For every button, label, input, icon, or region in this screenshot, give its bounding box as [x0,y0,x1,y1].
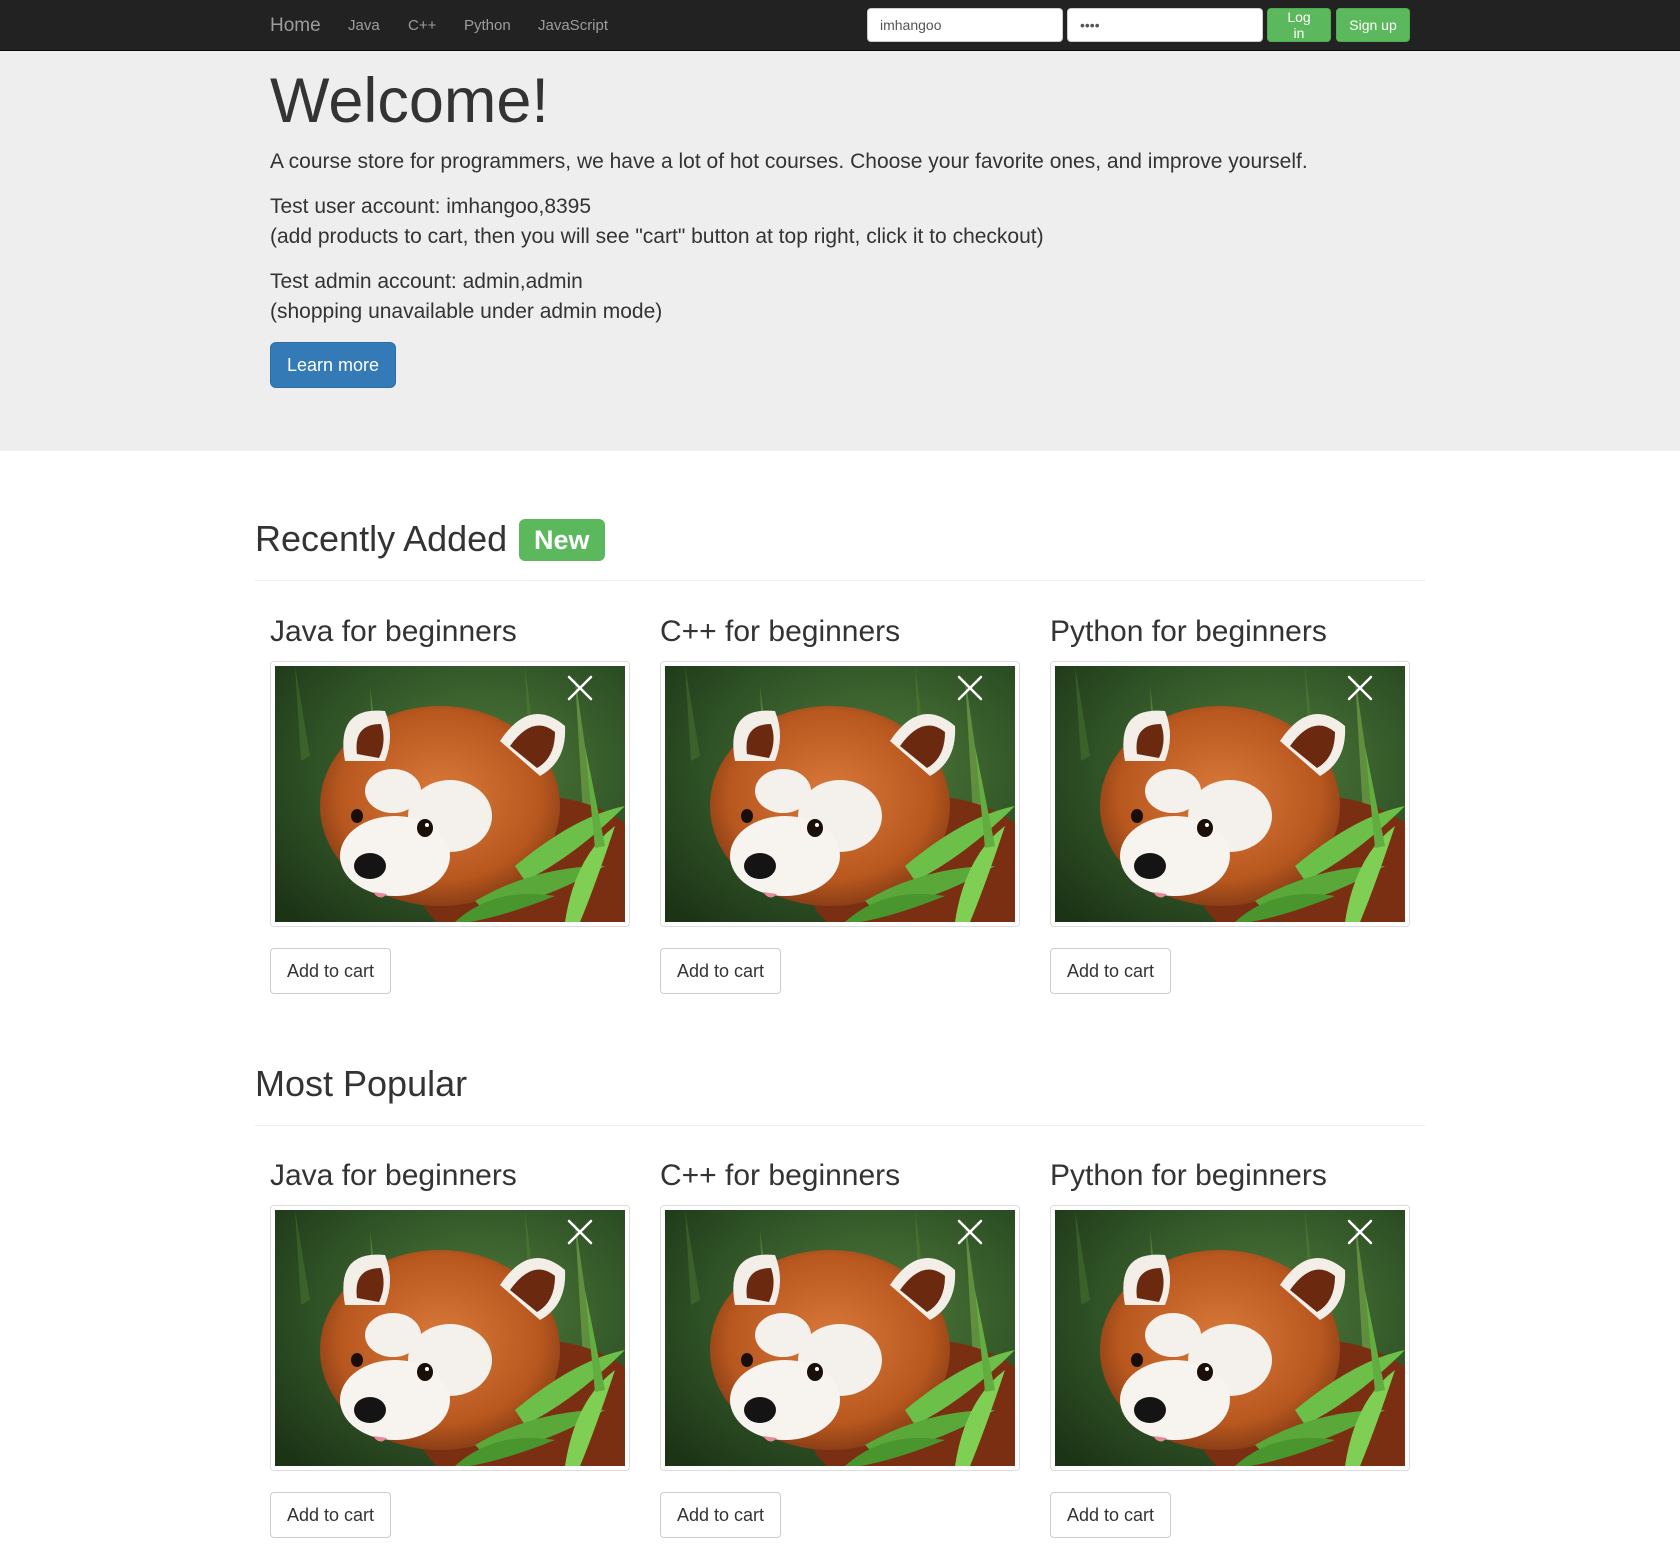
red-panda-photo [275,666,625,922]
add-to-cart-button[interactable]: Add to cart [1050,948,1171,994]
product-title: C++ for beginners [660,1159,901,1192]
welcome-jumbotron: Welcome! A course store for programmers,… [0,51,1680,451]
nav-link-python[interactable]: Python [464,17,511,34]
product-title: Java for beginners [270,615,517,648]
product-card: Python for beginners Add to cart [1050,1159,1410,1559]
test-user-account: Test user account: imhangoo,8395 [270,195,592,218]
password-input[interactable] [1067,8,1263,42]
red-panda-photo [665,1210,1015,1466]
product-title: Python for beginners [1050,1159,1327,1192]
nav-link-java[interactable]: Java [348,17,380,34]
product-thumbnail[interactable] [270,661,630,927]
red-panda-photo [275,1210,625,1466]
product-title: Java for beginners [270,1159,517,1192]
nav-link-javascript[interactable]: JavaScript [538,17,608,34]
most-popular-header: Most Popular [255,1063,1425,1126]
product-thumbnail[interactable] [660,1205,1020,1471]
most-popular-title: Most Popular [255,1063,468,1104]
add-to-cart-button[interactable]: Add to cart [1050,1492,1171,1538]
product-thumbnail[interactable] [660,661,1020,927]
product-card: Python for beginners Add to cart [1050,615,1410,1015]
product-card: Java for beginners Add to cart [270,615,630,1015]
product-thumbnail[interactable] [1050,661,1410,927]
welcome-title: Welcome! [270,66,549,136]
add-to-cart-button[interactable]: Add to cart [660,948,781,994]
product-card: C++ for beginners Add to cart [660,615,1020,1015]
new-badge: New [519,519,605,561]
red-panda-photo [665,666,1015,922]
login-button[interactable]: Log in [1267,8,1331,42]
red-panda-photo [1055,1210,1405,1466]
signup-button[interactable]: Sign up [1336,8,1410,42]
product-card: Java for beginners Add to cart [270,1159,630,1559]
welcome-lead: A course store for programmers, we have … [270,150,1308,173]
product-card: C++ for beginners Add to cart [660,1159,1020,1559]
add-to-cart-button[interactable]: Add to cart [660,1492,781,1538]
nav-link-cpp[interactable]: C++ [408,17,436,34]
nav-home-link[interactable]: Home [270,15,321,37]
top-navbar: Home Java C++ Python JavaScript Log in S… [0,0,1680,51]
test-user-note: (add products to cart, then you will see… [270,225,1044,248]
product-title: Python for beginners [1050,615,1327,648]
add-to-cart-button[interactable]: Add to cart [270,948,391,994]
test-admin-account: Test admin account: admin,admin [270,270,583,293]
product-title: C++ for beginners [660,615,901,648]
recently-added-title: Recently Added [255,518,508,559]
test-admin-note: (shopping unavailable under admin mode) [270,300,663,323]
recently-added-header: Recently Added New [255,518,1425,581]
add-to-cart-button[interactable]: Add to cart [270,1492,391,1538]
product-thumbnail[interactable] [270,1205,630,1471]
learn-more-button[interactable]: Learn more [270,342,396,388]
username-input[interactable] [867,8,1063,42]
product-thumbnail[interactable] [1050,1205,1410,1471]
red-panda-photo [1055,666,1405,922]
